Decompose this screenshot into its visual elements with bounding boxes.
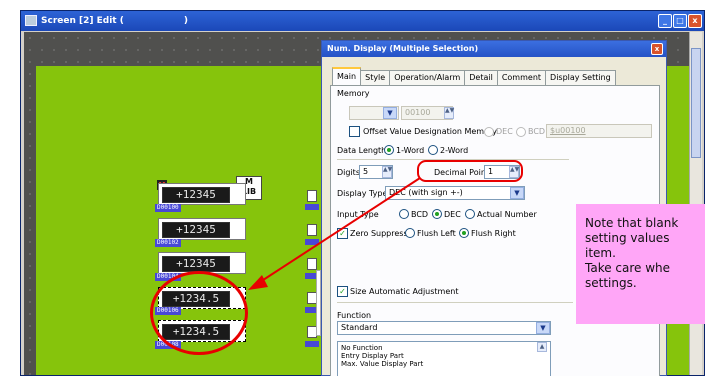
pointer-arrow	[248, 177, 421, 290]
root: Screen [2] Edit () _ □ x M M LIB +12345 …	[0, 0, 705, 376]
arrow-line	[259, 177, 421, 283]
arrow-head	[248, 275, 268, 290]
tab-main[interactable]: Main	[332, 67, 362, 85]
